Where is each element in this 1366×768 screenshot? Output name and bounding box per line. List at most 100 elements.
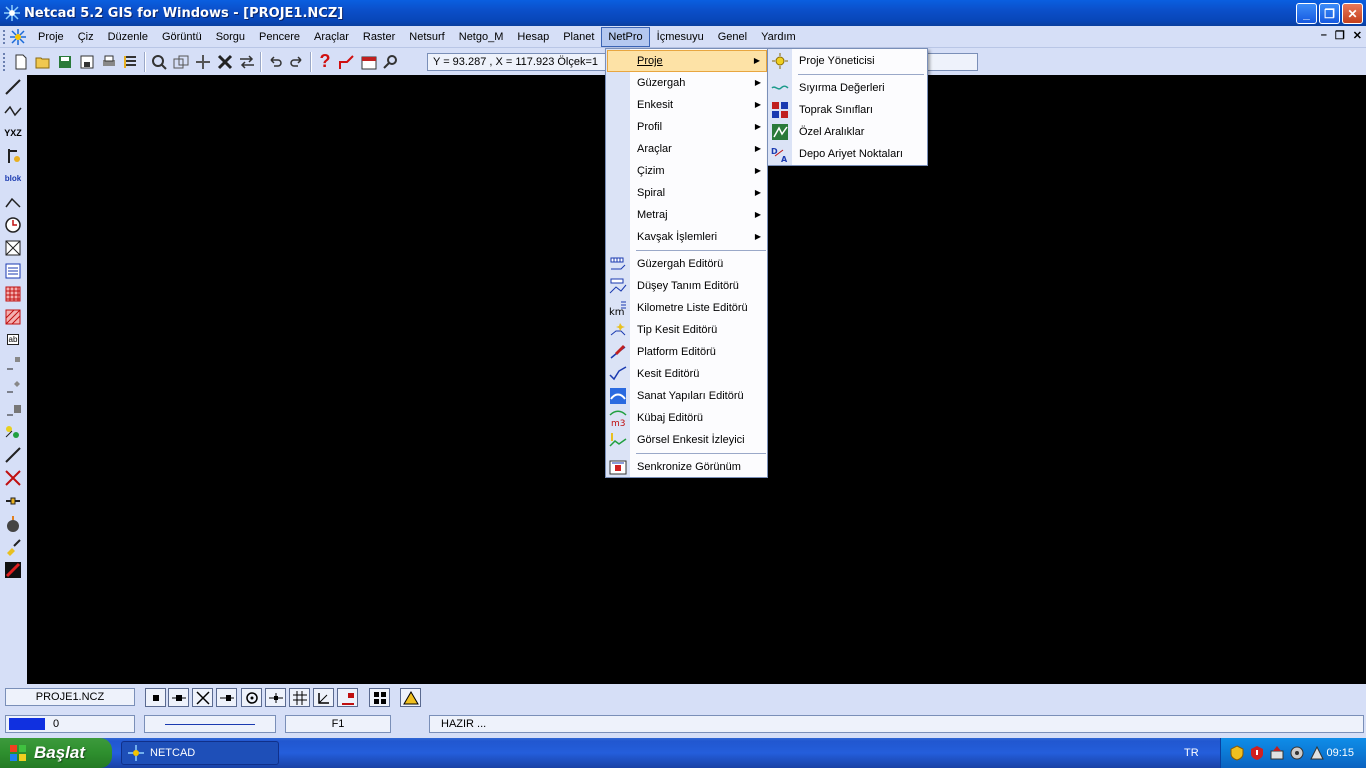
edit-tool-icon[interactable] bbox=[1, 558, 25, 581]
restore-button[interactable]: ❐ bbox=[1319, 3, 1340, 24]
measure-tool-icon[interactable] bbox=[1, 489, 25, 512]
bomb-tool-icon[interactable] bbox=[1, 512, 25, 535]
hatch-tool-icon[interactable] bbox=[1, 305, 25, 328]
proje-yoneticisi[interactable]: Proje Yöneticisi bbox=[769, 50, 927, 72]
netpro-kubaj-editoru[interactable]: m3 Kübaj Editörü bbox=[607, 407, 767, 429]
toolbar-grip[interactable] bbox=[3, 52, 7, 71]
netpro-submenu-spiral[interactable]: Spiral ▶ bbox=[607, 182, 767, 204]
pan-icon[interactable] bbox=[192, 51, 214, 73]
snap-tool-icon[interactable] bbox=[1, 144, 25, 167]
grid-tool-icon[interactable] bbox=[1, 282, 25, 305]
warning-icon[interactable] bbox=[400, 688, 421, 707]
close-button[interactable]: ✕ bbox=[1342, 3, 1363, 24]
netpro-gorsel-enkesit-izleyici[interactable]: Görsel Enkesit İzleyici bbox=[607, 429, 767, 451]
label-tool-icon[interactable]: ab bbox=[1, 328, 25, 351]
netpro-guzergah-editoru[interactable]: Güzergah Editörü bbox=[607, 253, 767, 275]
menu-pencere[interactable]: Pencere bbox=[252, 27, 307, 47]
minimize-button[interactable]: _ bbox=[1296, 3, 1317, 24]
menu-yardim[interactable]: Yardım bbox=[754, 27, 803, 47]
network-icon[interactable] bbox=[1269, 745, 1285, 761]
snap-endpoint-icon[interactable] bbox=[145, 688, 166, 707]
snap-nearest-icon[interactable] bbox=[216, 688, 237, 707]
line-tool-icon[interactable] bbox=[1, 75, 25, 98]
polyline-tool-icon[interactable] bbox=[1, 98, 25, 121]
netpro-platform-editoru[interactable]: Platform Editörü bbox=[607, 341, 767, 363]
help-icon[interactable]: ? bbox=[314, 51, 336, 73]
menu-icmesuyu[interactable]: İçmesuyu bbox=[650, 27, 711, 47]
layers-icon[interactable] bbox=[120, 51, 142, 73]
pick-tool-icon[interactable] bbox=[1, 443, 25, 466]
open-folder-icon[interactable] bbox=[32, 51, 54, 73]
ozel-araliklar[interactable]: Özel Aralıklar bbox=[769, 121, 927, 143]
snap-ortho-icon[interactable] bbox=[313, 688, 334, 707]
circle-tool-icon[interactable] bbox=[1, 213, 25, 236]
menu-duzenle[interactable]: Düzenle bbox=[101, 27, 155, 47]
mdi-restore-button[interactable]: ❐ bbox=[1335, 29, 1345, 42]
netpro-submenu-profil[interactable]: Profil ▶ bbox=[607, 116, 767, 138]
language-indicator[interactable]: TR bbox=[1184, 747, 1199, 759]
rectangle-tool-icon[interactable] bbox=[1, 236, 25, 259]
menu-proje[interactable]: Proje bbox=[31, 27, 71, 47]
snap-midpoint-icon[interactable] bbox=[168, 688, 189, 707]
menubar-grip[interactable] bbox=[3, 29, 7, 44]
node-diamond-icon[interactable] bbox=[1, 374, 25, 397]
function-key-field[interactable]: F1 bbox=[285, 715, 391, 733]
netpro-submenu-metraj[interactable]: Metraj ▶ bbox=[607, 204, 767, 226]
security-alert-icon[interactable] bbox=[1249, 745, 1265, 761]
delete-tool-icon[interactable] bbox=[1, 466, 25, 489]
snap-settings-icon[interactable] bbox=[369, 688, 390, 707]
menu-ciz[interactable]: Çiz bbox=[71, 27, 101, 47]
undo-icon[interactable] bbox=[264, 51, 286, 73]
netpro-submenu-araclar[interactable]: Araçlar ▶ bbox=[607, 138, 767, 160]
redo-icon[interactable] bbox=[286, 51, 308, 73]
menu-netsurf[interactable]: Netsurf bbox=[402, 27, 451, 47]
netcad-app-icon[interactable] bbox=[4, 5, 20, 21]
polyline-icon[interactable] bbox=[336, 51, 358, 73]
netpro-sanat-yapilari-editoru[interactable]: Sanat Yapıları Editörü bbox=[607, 385, 767, 407]
menu-netpro[interactable]: NetPro bbox=[601, 26, 650, 47]
layer-field[interactable]: 0 bbox=[5, 715, 135, 733]
netpro-dusey-tanim-editoru[interactable]: Düşey Tanım Editörü bbox=[607, 275, 767, 297]
document-system-icon[interactable] bbox=[9, 28, 27, 46]
menu-planet[interactable]: Planet bbox=[556, 27, 601, 47]
arc-tool-icon[interactable] bbox=[1, 190, 25, 213]
snap-intersection-icon[interactable] bbox=[192, 688, 213, 707]
security-shield-icon[interactable] bbox=[1229, 745, 1245, 761]
netpro-kilometre-liste-editoru[interactable]: km Kilometre Liste Editörü bbox=[607, 297, 767, 319]
find-icon[interactable] bbox=[380, 51, 402, 73]
menu-genel[interactable]: Genel bbox=[711, 27, 754, 47]
save-as-icon[interactable] bbox=[76, 51, 98, 73]
netpro-tip-kesit-editoru[interactable]: Tip Kesit Editörü bbox=[607, 319, 767, 341]
new-file-icon[interactable] bbox=[10, 51, 32, 73]
netpro-submenu-proje[interactable]: Proje ▶ bbox=[607, 50, 767, 72]
mdi-minimize-button[interactable]: – bbox=[1321, 29, 1327, 42]
point-tool-icon[interactable]: YXZ bbox=[1, 121, 25, 144]
symbol-tool-icon[interactable] bbox=[1, 420, 25, 443]
netpro-submenu-enkesit[interactable]: Enkesit ▶ bbox=[607, 94, 767, 116]
node-block-icon[interactable] bbox=[1, 397, 25, 420]
snap-center-icon[interactable] bbox=[241, 688, 262, 707]
text-tool-icon[interactable] bbox=[1, 259, 25, 282]
taskbar-netcad-button[interactable]: NETCAD bbox=[121, 741, 279, 765]
transfer-icon[interactable] bbox=[236, 51, 258, 73]
menu-hesap[interactable]: Hesap bbox=[510, 27, 556, 47]
menu-goruntu[interactable]: Görüntü bbox=[155, 27, 209, 47]
node-square-icon[interactable] bbox=[1, 351, 25, 374]
menu-raster[interactable]: Raster bbox=[356, 27, 402, 47]
linetype-field[interactable] bbox=[144, 715, 276, 733]
netpro-senkronize-gorunum[interactable]: Senkronize Görünüm bbox=[607, 456, 767, 478]
calendar-icon[interactable] bbox=[358, 51, 380, 73]
mdi-close-button[interactable]: ✕ bbox=[1353, 29, 1362, 42]
menu-araclar[interactable]: Araçlar bbox=[307, 27, 356, 47]
block-tool-icon[interactable]: blok bbox=[1, 167, 25, 190]
snap-perpendicular-icon[interactable] bbox=[265, 688, 286, 707]
snap-tangent-icon[interactable] bbox=[337, 688, 358, 707]
netpro-kesit-editoru[interactable]: Kesit Editörü bbox=[607, 363, 767, 385]
antivirus-icon[interactable] bbox=[1309, 745, 1325, 761]
netpro-submenu-kavsak[interactable]: Kavşak İşlemleri ▶ bbox=[607, 226, 767, 248]
print-icon[interactable] bbox=[98, 51, 120, 73]
start-button[interactable]: Başlat bbox=[0, 738, 112, 768]
paint-tool-icon[interactable] bbox=[1, 535, 25, 558]
zoom-window-icon[interactable] bbox=[170, 51, 192, 73]
tools-icon[interactable] bbox=[214, 51, 236, 73]
